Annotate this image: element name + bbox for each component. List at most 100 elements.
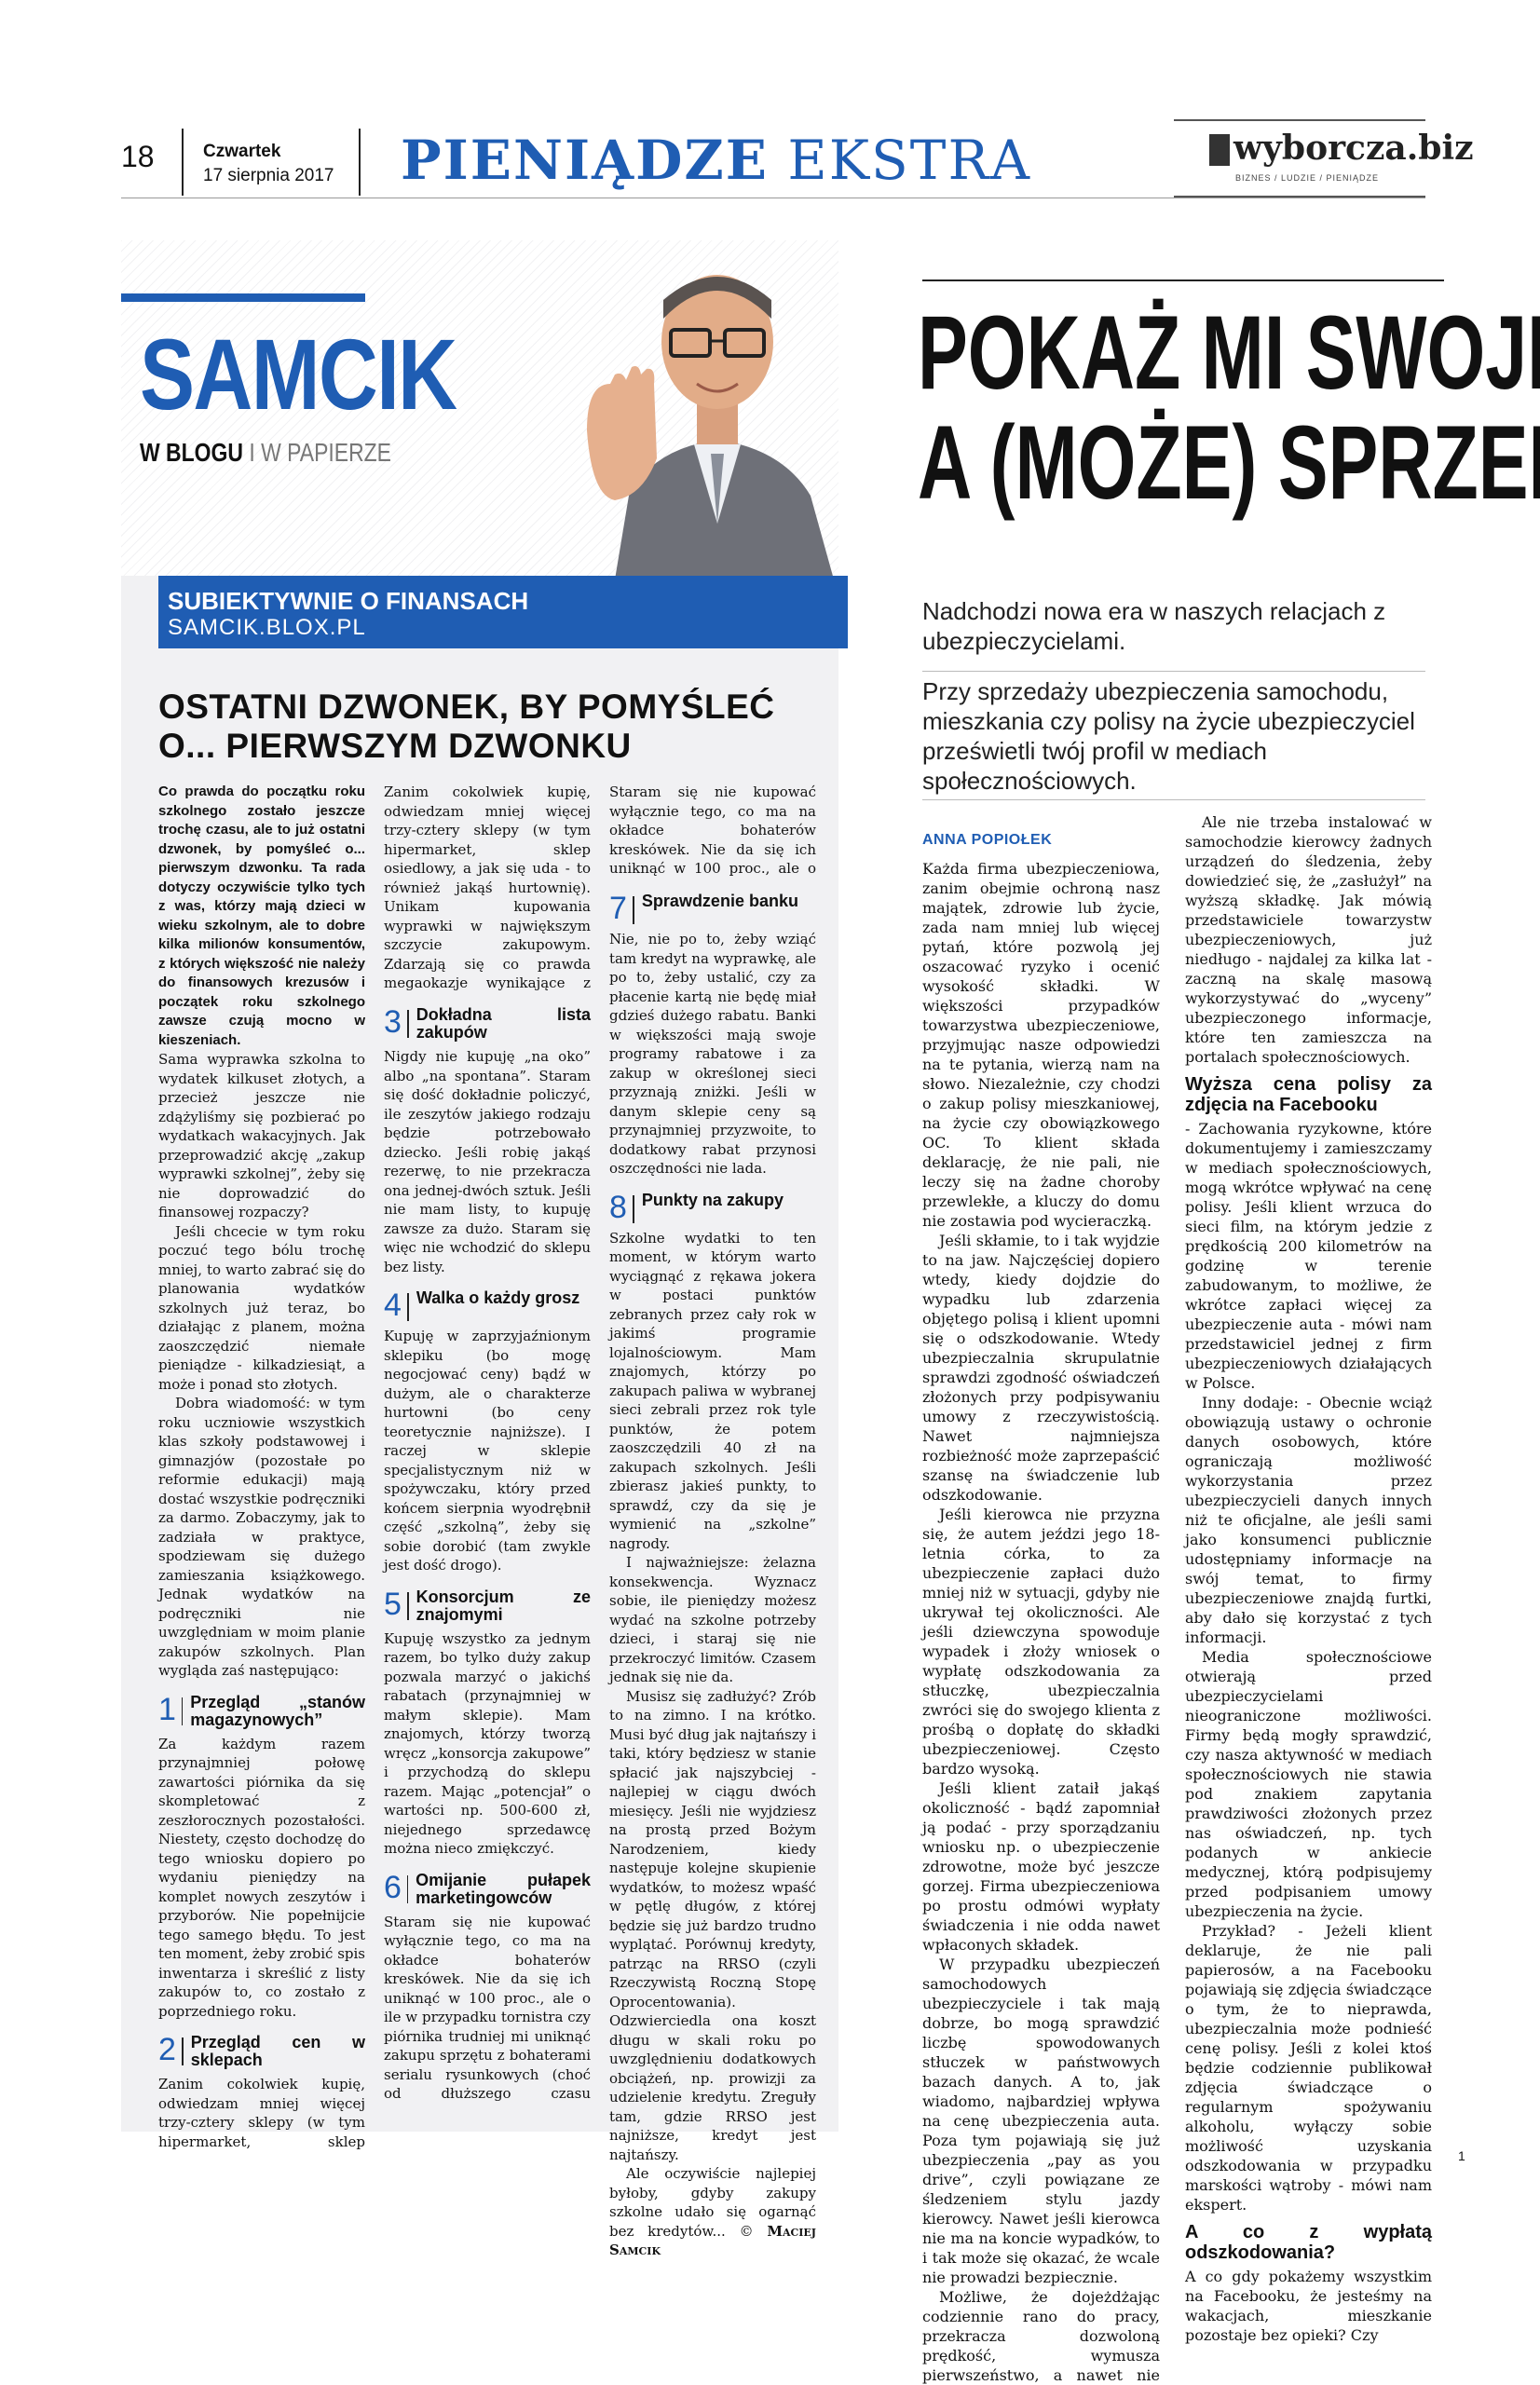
header-divider	[182, 129, 184, 196]
header-divider	[359, 129, 361, 196]
section-divider	[632, 1194, 634, 1223]
masthead-bold: PIENIĄDZE	[401, 129, 769, 192]
subheading: A co z wypłatą odszkodowania?	[1185, 2222, 1432, 2263]
paragraph: Nie, nie po to, żeby wziąć tam kredyt na…	[609, 931, 816, 1177]
paragraph: Każda firma ubezpieczeniowa, zanim obejm…	[922, 860, 1160, 1230]
section-title: Walka o każdy grosz	[416, 1288, 580, 1307]
section-number: 1	[158, 1691, 176, 1727]
page-number: 18	[121, 140, 155, 173]
right-article-col-1: Każda firma ubezpieczeniowa, zanim obejm…	[922, 859, 1160, 2385]
section-number: 8	[609, 1189, 627, 1225]
section-heading-5: 5 Konsorcjum ze znajomymi	[384, 1588, 591, 1624]
section-number: 5	[384, 1586, 402, 1622]
left-article-lead: Co prawda do początku roku szkolnego zos…	[158, 784, 365, 1048]
paragraph: Zanim cokolwiek kupię, odwiedzam mniej w…	[158, 2076, 365, 2150]
paragraph: Kupuję w zaprzyjaźnionym sklepiku (bo mo…	[384, 1328, 591, 1574]
left-article-col-1: Co prawda do początku roku szkolnego zos…	[158, 783, 365, 2151]
section-title: Przegląd cen w sklepach	[190, 2033, 365, 2069]
paragraph: Jeśli chcecie w tym roku poczuć tego ból…	[158, 1222, 365, 1393]
dek-divider	[922, 671, 1425, 672]
issue-date: Czwartek 17 sierpnia 2017	[203, 140, 334, 188]
paragraph: Staram się nie kupować wyłącznie tego, c…	[384, 1913, 591, 2106]
subheading: Wyższa cena polisy za zdjęcia na Faceboo…	[1185, 1074, 1432, 1115]
section-heading-7: 7 Sprawdzenie banku	[609, 893, 816, 924]
continued-text: Zanim cokolwiek kupię, odwiedzam mniej w…	[384, 784, 591, 991]
section-heading-6: 6 Omijanie pułapek marketingowców	[384, 1869, 591, 1907]
left-article-col-2: Zanim cokolwiek kupię, odwiedzam mniej w…	[384, 783, 591, 2106]
right-article-title: POKAŻ MI SWOJE A (MOŻE) SPRZED	[918, 298, 1540, 518]
brand-tagline: BIZNES / LUDZIE / PIENIĄDZE	[1235, 173, 1380, 183]
paragraph: Staram się nie kupować wyłącznie tego, c…	[609, 783, 816, 879]
title-line: A (MOŻE) SPRZED	[918, 404, 1540, 521]
section-title: Konsorcjum ze znajomymi	[416, 1587, 591, 1624]
page-marker: 1	[1458, 2148, 1465, 2163]
section-heading-2: 2 Przegląd cen w sklepach	[158, 2034, 365, 2069]
section-title: Omijanie pułapek marketingowców	[416, 1870, 591, 1907]
paragraph: Kupuję wszystko za jednym razem, bo tylk…	[384, 1629, 591, 1858]
title-line: POKAŻ MI SWOJE	[918, 294, 1540, 411]
paragraph: Inny dodaje: - Obecnie wciąż obowiązują …	[1185, 1394, 1432, 1646]
section-number: 3	[384, 1004, 402, 1040]
article-author: ANNA POPIOŁEK	[922, 832, 1053, 848]
paragraph: Za każdym razem przynajmniej połowę zawa…	[158, 1735, 366, 2020]
issue-date-text: 17 sierpnia 2017	[203, 166, 334, 185]
right-article-rule	[922, 279, 1444, 281]
paragraph: Szkolne wydatki to ten moment, w którym …	[609, 1229, 816, 1552]
right-article-dek: Nadchodzi nowa era w naszych relacjach z…	[922, 596, 1444, 796]
paragraph: W przypadku ubezpieczeń samochodowych ub…	[922, 1956, 1160, 2286]
section-divider	[406, 1591, 409, 1620]
section-number: 7	[609, 891, 627, 926]
brand-name: wyborcza.biz	[1233, 129, 1474, 168]
paragraph: Jeśli skłamie, to i tak wyjdzie to na ja…	[922, 1232, 1160, 1504]
dek-divider	[922, 799, 1425, 800]
blog-title: SAMCIK	[140, 318, 457, 430]
paragraph: Media społecznościowe otwierają przed ub…	[1185, 1648, 1432, 1920]
paragraph: Ale oczywiście najlepiej byłoby, gdyby z…	[609, 2165, 816, 2258]
issue-day: Czwartek	[203, 142, 281, 161]
section-divider	[406, 1010, 409, 1038]
section-title: Punkty na zakupy	[641, 1190, 784, 1209]
paragraph: - Zachowania ryzykowne, które dokumentuj…	[1185, 1120, 1432, 1392]
section-number: 4	[384, 1288, 402, 1323]
blog-banner: SUBIEKTYWNIE O FINANSACH SAMCIK.BLOX.PL	[158, 576, 848, 648]
section-title: Dokładna lista zakupów	[416, 1005, 591, 1042]
paragraph: I najważniejsze: żelazna konsekwencja. W…	[609, 1554, 816, 1685]
paragraph: Jeśli kierowca nie przyzna się, że autem…	[922, 1506, 1160, 1778]
paragraph: Jeśli klient zataił jakąś okoliczność - …	[922, 1779, 1160, 1954]
left-article-title: OSTATNI DZWONEK, BY POMYŚLEĆ O... PIERWS…	[158, 688, 775, 765]
section-heading-8: 8 Punkty na zakupy	[609, 1189, 816, 1225]
paragraph: Nigdy nie kupuję „na oko” albo „na spont…	[384, 1048, 591, 1275]
section-number: 6	[384, 1869, 402, 1905]
paragraph: Zanim cokolwiek kupię, odwiedzam mniej w…	[384, 783, 591, 993]
paragraph: Przykład? - Jeżeli klient deklaruje, że …	[1185, 1922, 1432, 2214]
section-divider	[406, 1874, 409, 1903]
paragraph: Musisz się zadłużyć? Zrób to na zimno. I…	[609, 1687, 816, 2163]
section-masthead: PIENIĄDZE EKSTRA	[401, 129, 1031, 192]
continued-text: Staram się nie kupować wyłącznie tego, c…	[609, 784, 816, 879]
paragraph: Dobra wiadomość: w tym roku uczniowie ws…	[158, 1395, 365, 1679]
section-heading-1: 1 Przegląd „stanów magazynowych”	[158, 1691, 365, 1729]
paragraph: Możliwe, że dojeżdżając codziennie rano …	[922, 2288, 1160, 2384]
section-divider	[181, 1697, 184, 1725]
blog-subtitle-bold: W BLOGU	[140, 438, 243, 467]
blog-banner-title: SUBIEKTYWNIE O FINANSACH	[168, 587, 529, 615]
brand-mark-icon	[1209, 134, 1230, 166]
paragraph: A co gdy pokażemy wszystkim na Facebooku…	[1185, 2268, 1432, 2344]
paragraph: Ale nie trzeba instalować w samochodzie …	[1185, 813, 1432, 1066]
section-heading-3: 3 Dokładna lista zakupów	[384, 1006, 591, 1042]
brand-logo: wyborcza.biz BIZNES / LUDZIE / PIENIĄDZE	[1174, 119, 1474, 198]
section-divider	[406, 1293, 409, 1321]
blog-subtitle-light: I W PAPIERZE	[249, 438, 391, 467]
section-divider	[632, 896, 634, 924]
blog-subtitle: W BLOGU I W PAPIERZE	[140, 438, 391, 468]
section-number: 2	[158, 2032, 176, 2067]
section-divider	[181, 2037, 184, 2065]
blog-url-link[interactable]: SAMCIK.BLOX.PL	[168, 615, 366, 641]
right-article-col-2: Ale nie trzeba instalować w samochodzie …	[1185, 812, 1432, 2345]
masthead-light: EKSTRA	[787, 129, 1032, 192]
blog-accent-bar	[121, 293, 365, 302]
paragraph: Sama wyprawka szkolna to wydatek kilkuse…	[158, 1051, 365, 1220]
dek-line-1: Nadchodzi nowa era w naszych relacjach z…	[922, 597, 1386, 655]
dek-line-2: Przy sprzedaży ubezpieczenia samochodu, …	[922, 677, 1415, 795]
left-article-col-3: Staram się nie kupować wyłącznie tego, c…	[609, 783, 816, 2260]
